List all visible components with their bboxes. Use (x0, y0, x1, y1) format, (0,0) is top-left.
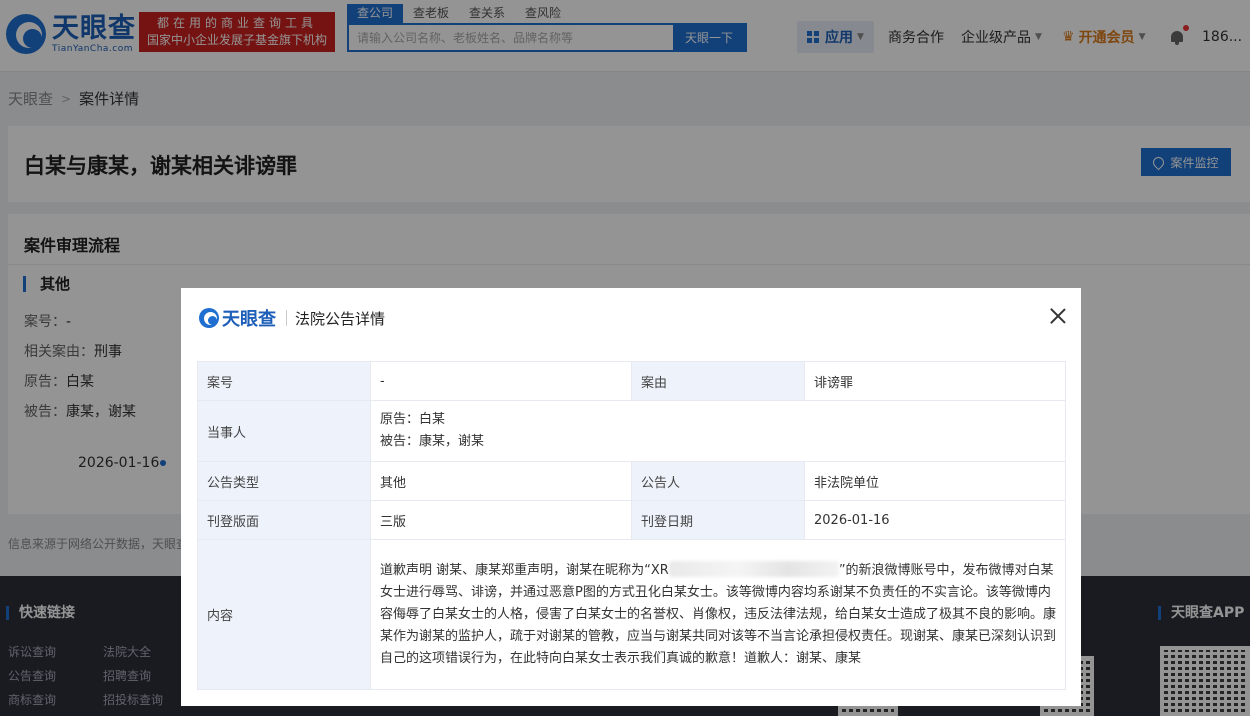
table-row: 刊登版面 三版 刊登日期 2026-01-16 (197, 500, 1066, 540)
notice-type-value: 其他 (370, 461, 632, 501)
publish-layout-label: 刊登版面 (197, 500, 371, 540)
notice-detail-table: 案号 - 案由 诽谤罪 当事人 原告：白某 被告：康某，谢某 公告类型 其他 公… (197, 361, 1066, 690)
announcer-value: 非法院单位 (804, 461, 1066, 501)
case-no-label: 案号 (197, 361, 371, 401)
publish-date-label: 刊登日期 (631, 500, 805, 540)
plaintiff-text: 原告：白某 (380, 412, 446, 427)
content-text-start: 道歉声明 谢某、康某郑重声明，谢某在昵称为“XR (380, 562, 669, 578)
table-row: 当事人 原告：白某 被告：康某，谢某 (197, 400, 1066, 462)
close-icon[interactable] (1047, 305, 1069, 327)
court-notice-dialog: 天眼查 法院公告详情 案号 - 案由 诽谤罪 当事人 原告：白某 被告：康某，谢… (181, 288, 1081, 706)
content-value: 道歉声明 谢某、康某郑重声明，谢某在昵称为“XR ”的新浪微博账号中，发布微博对白… (370, 539, 1066, 690)
parties-value: 原告：白某 被告：康某，谢某 (370, 400, 1066, 462)
case-no-value: - (370, 361, 632, 401)
announcer-label: 公告人 (631, 461, 805, 501)
cause-value: 诽谤罪 (804, 361, 1066, 401)
defendant-text: 被告：康某，谢某 (380, 434, 485, 449)
notice-type-label: 公告类型 (197, 461, 371, 501)
content-label: 内容 (197, 539, 371, 690)
table-row: 案号 - 案由 诽谤罪 (197, 361, 1066, 401)
logo-eye-icon (199, 308, 219, 328)
redacted-blur (668, 560, 839, 577)
dialog-title: 法院公告详情 (295, 309, 386, 328)
table-row: 公告类型 其他 公告人 非法院单位 (197, 461, 1066, 501)
parties-label: 当事人 (197, 400, 371, 462)
cause-label: 案由 (631, 361, 805, 401)
dialog-logo-text: 天眼查 (222, 309, 276, 330)
divider (286, 310, 287, 326)
publish-layout-value: 三版 (370, 500, 632, 540)
table-row: 内容 道歉声明 谢某、康某郑重声明，谢某在昵称为“XR ”的新浪微博账号中，发布微… (197, 539, 1066, 690)
publish-date-value: 2026-01-16 (804, 500, 1066, 540)
dialog-header: 天眼查 法院公告详情 (199, 305, 385, 331)
